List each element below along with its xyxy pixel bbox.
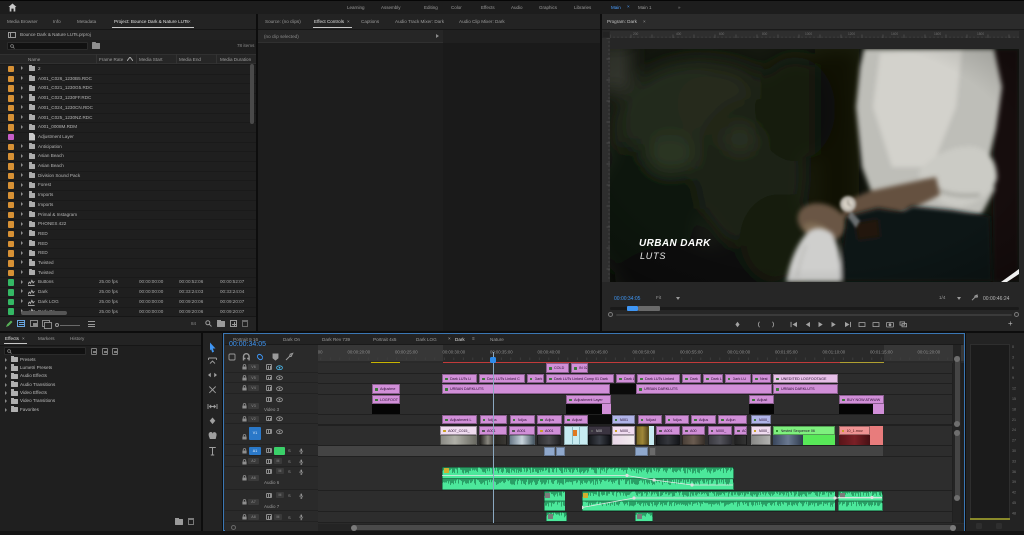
svg-text:42: 42	[1012, 491, 1016, 495]
svg-text:600: 600	[719, 32, 725, 36]
svg-text:24: 24	[1012, 428, 1016, 432]
svg-text:1400: 1400	[891, 32, 898, 36]
svg-text:48: 48	[1012, 511, 1016, 515]
svg-text:00:00:55:00: 00:00:55:00	[680, 350, 703, 355]
svg-text:400: 400	[676, 32, 682, 36]
svg-text:00:00:40:00: 00:00:40:00	[537, 350, 560, 355]
svg-text:36: 36	[1012, 470, 1016, 474]
svg-text:18: 18	[1012, 407, 1016, 411]
svg-text:27: 27	[1012, 439, 1016, 443]
svg-text:00:01:20:00: 00:01:20:00	[917, 350, 940, 355]
svg-text:21: 21	[1012, 418, 1016, 422]
svg-text:00:00:50:00: 00:00:50:00	[632, 350, 655, 355]
svg-text:1800: 1800	[977, 32, 984, 36]
svg-text:200: 200	[633, 32, 639, 36]
svg-text:6: 6	[1012, 366, 1014, 370]
svg-text:00:01:05:00: 00:01:05:00	[775, 350, 798, 355]
svg-text:33: 33	[1012, 459, 1016, 463]
svg-text:15: 15	[1012, 397, 1016, 401]
svg-text:39: 39	[1012, 480, 1016, 484]
svg-text:9: 9	[1012, 376, 1014, 380]
svg-text:45: 45	[1012, 501, 1016, 505]
svg-text:1600: 1600	[934, 32, 941, 36]
svg-text:0: 0	[1012, 345, 1014, 349]
svg-text:12: 12	[1012, 387, 1016, 391]
svg-text:00:00:30:00: 00:00:30:00	[442, 350, 465, 355]
svg-text:3: 3	[1012, 355, 1014, 359]
svg-text:00:00:25:00: 00:00:25:00	[395, 350, 418, 355]
svg-text:800: 800	[762, 32, 768, 36]
svg-text:00:01:00:00: 00:01:00:00	[727, 350, 750, 355]
svg-text:00:00:45:00: 00:00:45:00	[585, 350, 608, 355]
svg-text:00:01:15:00: 00:01:15:00	[870, 350, 893, 355]
svg-text:00:00:20:00: 00:00:20:00	[347, 350, 370, 355]
svg-text:30: 30	[1012, 449, 1016, 453]
svg-text:00:01:10:00: 00:01:10:00	[822, 350, 845, 355]
svg-text:1000: 1000	[805, 32, 812, 36]
svg-text:1200: 1200	[848, 32, 855, 36]
svg-text::00: :00	[318, 350, 323, 355]
